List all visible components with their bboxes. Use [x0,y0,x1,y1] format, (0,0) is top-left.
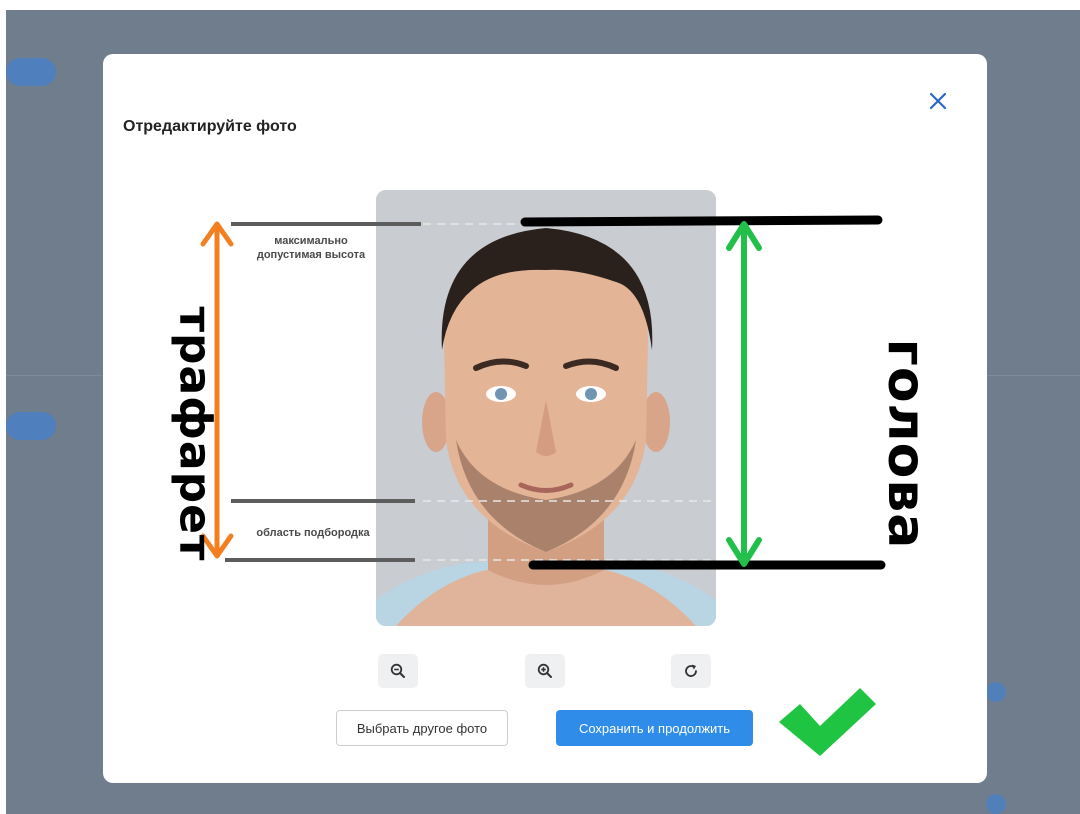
head-arrow [726,221,762,567]
rotate-icon [685,664,697,677]
background-pill [6,412,56,440]
checkmark-icon [779,688,876,756]
rotate-button[interactable] [671,654,711,688]
save-and-continue-button[interactable]: Сохранить и продолжить [556,710,753,746]
background-toggle [986,794,1006,814]
head-label-text: голова [876,338,936,550]
background-toggle [986,682,1006,702]
background-pill [6,58,56,86]
stencil-label-text: трафарет [169,306,221,562]
hint-chin-area: область подбородка [256,527,370,539]
zoom-out-button[interactable] [378,654,418,688]
zoom-out-icon [390,663,405,678]
zoom-in-icon [537,663,552,678]
hint-max-height: максимально допустимая высота [256,235,366,261]
zoom-in-button[interactable] [525,654,565,688]
choose-other-photo-button[interactable]: Выбрать другое фото [336,710,508,746]
head-top-line [520,215,883,227]
edit-photo-dialog: Отредактируйте фото максимально допустим… [103,54,987,783]
